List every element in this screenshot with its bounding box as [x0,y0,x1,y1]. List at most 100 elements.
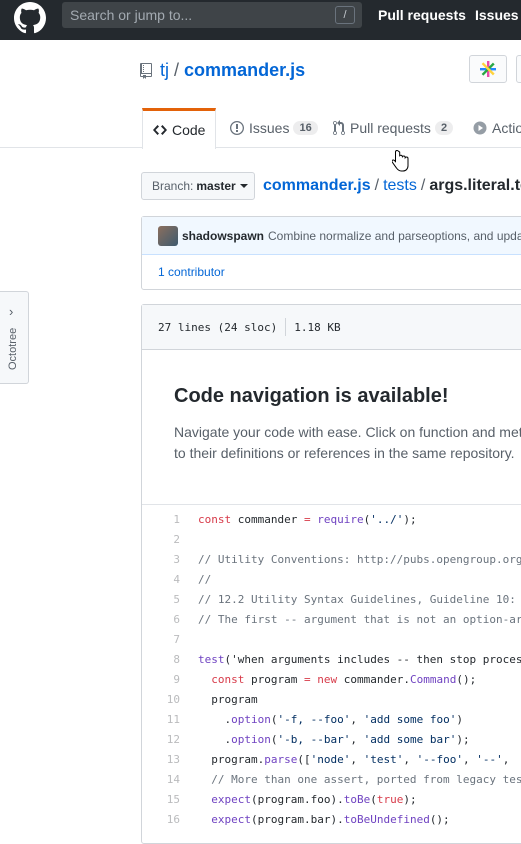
branch-select-button[interactable]: Branch: master [141,172,255,200]
line-number[interactable]: 13 [142,753,184,766]
line-code: const commander = require('../'); [198,512,417,526]
code-line: 8 test('when arguments includes -- then s… [142,649,521,669]
breadcrumb-separator: / [420,177,426,194]
contributors-link[interactable]: 1 contributor [142,255,521,289]
global-header: Search or jump to... / Pull requests Iss… [0,0,521,40]
line-code: expect(program.foo).toBe(true); [211,792,417,806]
file-size: 1.18 KB [294,320,341,334]
avatar[interactable] [158,225,178,246]
repo-separator: / [174,60,180,80]
search-input[interactable]: Search or jump to... / [62,2,362,28]
repo-title: tj / commander.js [160,60,305,81]
play-icon [473,121,487,135]
chevron-down-icon [239,184,248,188]
search-placeholder: Search or jump to... [70,7,193,23]
code-line: 4 // [142,569,521,589]
code-nav-description: Navigate your code with ease. Click on f… [174,422,521,464]
nav-issues[interactable]: Issues [475,7,519,23]
commit-author-link[interactable]: shadowspawn [182,229,264,243]
line-code: expect(program.bar).toBeUndefined(); [211,812,450,826]
pull-requests-count-badge: 2 [434,121,454,135]
latest-commit-box: shadowspawn Combine normalize and parseo… [141,216,521,290]
breadcrumb-separator: / [374,177,380,194]
commit-summary: shadowspawn Combine normalize and parseo… [142,217,521,255]
code-line: 16 expect(program.bar).toBeUndefined(); [142,809,521,829]
code-line: 9 const program = new commander.Command(… [142,669,521,689]
repo-name-link[interactable]: commander.js [184,60,305,80]
line-code: program [198,692,258,706]
nav-pull-requests[interactable]: Pull requests [378,7,466,23]
file-viewer: 27 lines (24 sloc) 1.18 KB Code navigati… [141,304,521,844]
code-lines: 1 const commander = require('../'); 2 3 // U… [142,505,521,829]
code-line: 2 [142,529,521,549]
commit-message-link[interactable]: Combine normalize and parseoptions, and … [268,229,521,243]
github-logo-icon[interactable] [14,2,46,34]
issue-icon [230,120,244,136]
code-nav-text-line: Navigate your code with ease. Click on f… [174,424,521,440]
tab-pull-requests[interactable]: Pull requests 2 [333,108,454,148]
breadcrumb-dir-link[interactable]: tests [383,177,417,194]
line-code: const program = new commander.Command(); [211,672,477,686]
pull-request-icon [333,120,345,136]
line-code: // Utility Conventions: http://pubs.open… [198,552,521,566]
sponsor-button[interactable] [469,55,507,83]
line-code: // The first -- argument that is not an … [198,612,521,626]
slash-shortcut-key: / [335,6,355,24]
code-line: 10 program [142,689,521,709]
line-code: program.parse(['node', 'test', '--foo', … [198,752,510,766]
line-number[interactable]: 14 [142,773,184,786]
code-nav-title: Code navigation is available! [174,385,449,407]
line-number[interactable]: 2 [142,533,184,546]
line-number[interactable]: 10 [142,693,184,706]
branch-label: Branch: [152,179,194,193]
line-number[interactable]: 7 [142,633,184,646]
line-code: .option('-f, --foo', 'add some foo') [198,712,463,726]
line-number[interactable]: 16 [142,813,184,826]
breadcrumb-repo-link[interactable]: commander.js [263,177,371,194]
code-line: 5 // 12.2 Utility Syntax Guidelines, Guid… [142,589,521,609]
chevron-right-icon: › [9,304,14,319]
tab-issues[interactable]: Issues 16 [230,108,318,148]
breadcrumb-file: args.literal.te [429,177,521,194]
code-line: 7 [142,629,521,649]
divider [285,318,287,336]
tab-code-label: Code [172,122,206,138]
code-icon [153,122,167,138]
tab-pull-requests-label: Pull requests [350,120,431,136]
tab-code[interactable]: Code [142,108,217,149]
line-number[interactable]: 6 [142,613,184,626]
issues-count-badge: 16 [293,121,318,135]
line-number[interactable]: 3 [142,553,184,566]
tab-actions[interactable]: Actio [473,108,521,148]
code-line: 1 const commander = require('../'); [142,509,521,529]
octotree-toggle[interactable]: › Octotree [0,291,29,384]
line-code: // [198,572,212,586]
repo-owner-link[interactable]: tj [160,60,169,80]
code-line: 15 expect(program.foo).toBe(true); [142,789,521,809]
tab-issues-label: Issues [249,120,290,136]
line-code: // 12.2 Utility Syntax Guidelines, Guide… [198,592,516,606]
code-line: 12 .option('-b, --bar', 'add some bar'); [142,729,521,749]
code-line: 11 .option('-f, --foo', 'add some foo') [142,709,521,729]
watch-button[interactable] [516,55,521,83]
code-navigation-banner: Code navigation is available! Navigate y… [142,350,521,505]
line-number[interactable]: 9 [142,673,184,686]
hand-cursor-icon [392,149,409,172]
line-code: .option('-b, --bar', 'add some bar'); [198,732,470,746]
tab-actions-label: Actio [492,120,521,136]
line-number[interactable]: 12 [142,733,184,746]
sparkle-icon [480,61,496,77]
code-nav-text-line: to their definitions or references in th… [174,445,515,461]
line-number[interactable]: 11 [142,713,184,726]
line-number[interactable]: 15 [142,793,184,806]
line-number[interactable]: 8 [142,653,184,666]
line-number[interactable]: 1 [142,513,184,526]
repo-icon [140,63,152,79]
line-number[interactable]: 4 [142,573,184,586]
code-line: 3 // Utility Conventions: http://pubs.ope… [142,549,521,569]
line-number[interactable]: 5 [142,593,184,606]
code-line: 14 // More than one assert, ported from … [142,769,521,789]
breadcrumb: commander.js / tests / args.literal.te [263,177,521,195]
file-header: 27 lines (24 sloc) 1.18 KB [142,305,521,350]
branch-value: master [196,179,236,193]
